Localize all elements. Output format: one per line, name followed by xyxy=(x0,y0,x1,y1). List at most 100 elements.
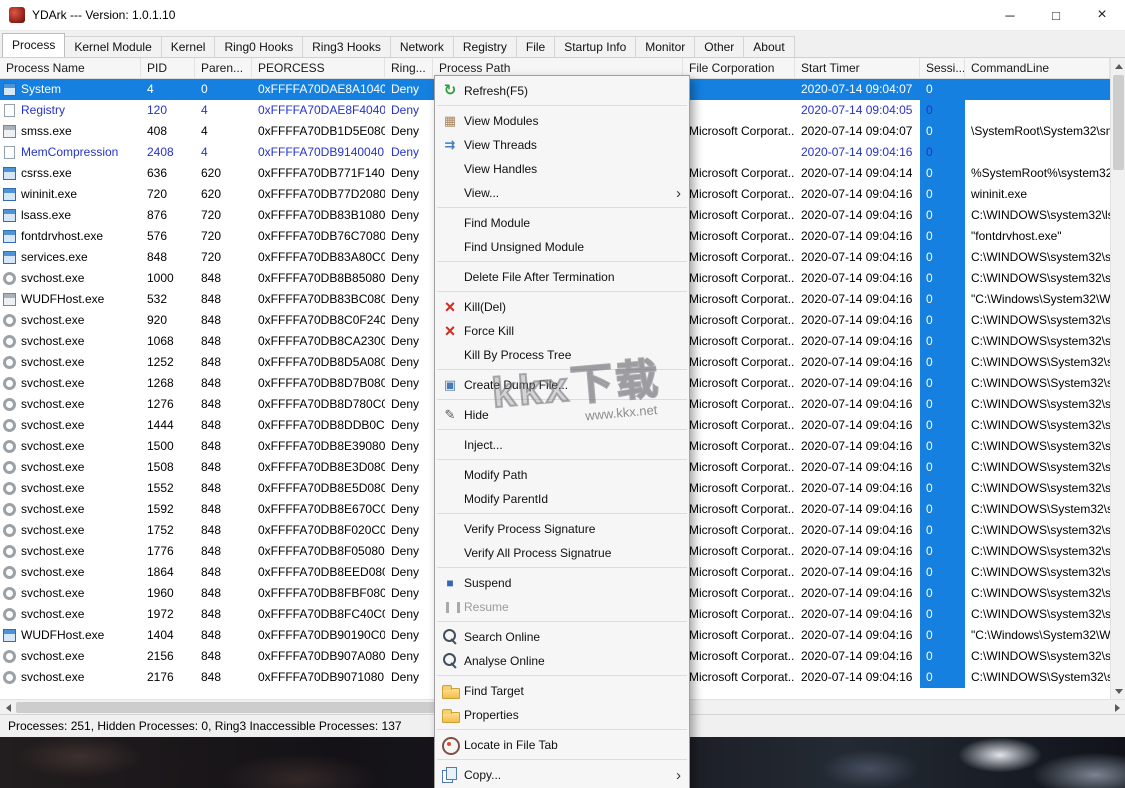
scroll-left-arrow-icon[interactable] xyxy=(0,700,16,715)
menu-item-find-target[interactable]: Find Target xyxy=(435,679,689,703)
menu-item-analyse-online[interactable]: Analyse Online xyxy=(435,649,689,673)
cell-ring: Deny xyxy=(391,145,420,159)
menu-item-kill-del[interactable]: Kill(Del) xyxy=(435,295,689,319)
cell-sessi: 0 xyxy=(920,667,965,688)
threads-icon xyxy=(439,134,461,156)
column-header-start-timer[interactable]: Start Timer xyxy=(795,58,920,79)
tab-ring3-hooks[interactable]: Ring3 Hooks xyxy=(302,36,391,57)
scroll-up-arrow-icon[interactable] xyxy=(1111,58,1125,74)
menu-item-modify-path[interactable]: Modify Path xyxy=(435,463,689,487)
cell-file-corporation: Microsoft Corporat... xyxy=(689,313,795,327)
scroll-right-arrow-icon[interactable] xyxy=(1109,700,1125,715)
menu-item-search-online[interactable]: Search Online xyxy=(435,625,689,649)
tab-registry[interactable]: Registry xyxy=(452,36,517,57)
cell-sessi: 0 xyxy=(920,226,965,247)
menu-item-label: Resume xyxy=(464,600,509,614)
process-name-label: svchost.exe xyxy=(21,397,85,411)
tab-monitor[interactable]: Monitor xyxy=(635,36,696,57)
minimize-button[interactable]: ─ xyxy=(987,0,1033,30)
tab-ring0-hooks[interactable]: Ring0 Hooks xyxy=(214,36,304,57)
cell-peorcess: 0xFFFFA70DB76C7080 xyxy=(258,229,385,243)
column-header-commandline[interactable]: CommandLine xyxy=(965,58,1110,79)
column-header-sessi[interactable]: Sessi... xyxy=(920,58,965,79)
cell-ring: Deny xyxy=(391,565,420,579)
gear-icon xyxy=(3,461,16,474)
menu-item-view-handles[interactable]: View Handles xyxy=(435,157,689,181)
cell-ring: Deny xyxy=(391,355,420,369)
menu-separator xyxy=(437,207,687,208)
dump-icon xyxy=(439,374,461,396)
column-header-file-corporation[interactable]: File Corporation xyxy=(683,58,795,79)
tab-kernel[interactable]: Kernel xyxy=(160,36,216,57)
menu-item-find-unsigned-module[interactable]: Find Unsigned Module xyxy=(435,235,689,259)
column-header-ring[interactable]: Ring... xyxy=(385,58,433,79)
cell-paren: 848 xyxy=(201,313,222,327)
column-header-peorcess[interactable]: PEORCESS xyxy=(252,58,385,79)
cell-process-name: svchost.exe xyxy=(0,667,141,688)
cell-ring: Deny xyxy=(391,187,420,201)
cell-start-timer: 2020-07-14 09:04:16 xyxy=(801,355,913,369)
cell-ring: Deny xyxy=(391,607,420,621)
window-gray-icon xyxy=(3,293,16,306)
cell-paren: 848 xyxy=(201,649,222,663)
cell-commandline: %SystemRoot%\system32\c xyxy=(971,166,1110,180)
tab-startup-info[interactable]: Startup Info xyxy=(554,36,637,57)
tab-process[interactable]: Process xyxy=(2,33,66,57)
menu-item-force-kill[interactable]: Force Kill xyxy=(435,319,689,343)
cell-paren: 848 xyxy=(201,544,222,558)
cell-process-name: WUDFHost.exe xyxy=(0,289,141,310)
cell-file-corporation: Microsoft Corporat... xyxy=(689,670,795,684)
cell-start-timer: 2020-07-14 09:04:16 xyxy=(801,649,913,663)
menu-item-view-modules[interactable]: View Modules xyxy=(435,109,689,133)
menu-item-inject[interactable]: Inject... xyxy=(435,433,689,457)
copy-icon xyxy=(439,764,461,786)
menu-item-view[interactable]: View... › xyxy=(435,181,689,205)
menu-item-hide[interactable]: Hide xyxy=(435,403,689,427)
horizontal-scroll-thumb[interactable] xyxy=(16,702,440,713)
cell-sessi: 0 xyxy=(920,310,965,331)
menu-item-view-threads[interactable]: View Threads xyxy=(435,133,689,157)
cell-start-timer: 2020-07-14 09:04:16 xyxy=(801,670,913,684)
cell-start-timer: 2020-07-14 09:04:16 xyxy=(801,376,913,390)
cell-pid: 1068 xyxy=(147,334,174,348)
cell-peorcess: 0xFFFFA70DB907A080 xyxy=(258,649,385,663)
menu-item-label: Modify Path xyxy=(464,468,528,482)
menu-item-refresh-f5[interactable]: Refresh(F5) xyxy=(435,79,689,103)
menu-item-kill-by-process-tree[interactable]: Kill By Process Tree xyxy=(435,343,689,367)
column-header-process-name[interactable]: Process Name xyxy=(0,58,141,79)
menu-item-verify-process-signature[interactable]: Verify Process Signature xyxy=(435,517,689,541)
cell-paren: 4 xyxy=(201,145,208,159)
tab-other[interactable]: Other xyxy=(694,36,745,57)
close-button[interactable]: × xyxy=(1079,0,1125,30)
menu-item-label: View Threads xyxy=(464,138,537,152)
menu-item-modify-parentid[interactable]: Modify ParentId xyxy=(435,487,689,511)
menu-item-create-dump-file[interactable]: Create Dump File... xyxy=(435,373,689,397)
tab-about[interactable]: About xyxy=(743,36,795,57)
column-header-paren[interactable]: Paren... xyxy=(195,58,252,79)
vertical-scrollbar[interactable] xyxy=(1110,58,1125,699)
cell-sessi: 0 xyxy=(920,499,965,520)
menu-item-delete-file-after-termination[interactable]: Delete File After Termination xyxy=(435,265,689,289)
column-header-pid[interactable]: PID xyxy=(141,58,195,79)
cell-paren: 848 xyxy=(201,586,222,600)
menu-item-find-module[interactable]: Find Module xyxy=(435,211,689,235)
process-name-label: svchost.exe xyxy=(21,271,85,285)
menu-item-properties[interactable]: Properties xyxy=(435,703,689,727)
cell-process-name: svchost.exe xyxy=(0,268,141,289)
tab-kernel-module[interactable]: Kernel Module xyxy=(64,36,162,57)
cell-peorcess: 0xFFFFA70DB8F020C0 xyxy=(258,523,385,537)
maximize-button[interactable]: □ xyxy=(1033,0,1079,30)
cell-commandline: C:\WINDOWS\System32\svc xyxy=(971,670,1110,684)
cell-sessi: 0 xyxy=(920,352,965,373)
vertical-scroll-thumb[interactable] xyxy=(1113,75,1124,170)
window-blue-icon xyxy=(3,188,16,201)
tab-network[interactable]: Network xyxy=(389,36,454,57)
menu-item-locate-in-file-tab[interactable]: Locate in File Tab xyxy=(435,733,689,757)
cell-pid: 2408 xyxy=(147,145,174,159)
tab-file[interactable]: File xyxy=(515,36,556,57)
menu-item-suspend[interactable]: Suspend xyxy=(435,571,689,595)
menu-item-copy[interactable]: Copy... › xyxy=(435,763,689,787)
scroll-down-arrow-icon[interactable] xyxy=(1111,683,1125,699)
menu-item-verify-all-process-signatrue[interactable]: Verify All Process Signatrue xyxy=(435,541,689,565)
cell-sessi: 0 xyxy=(920,100,965,121)
